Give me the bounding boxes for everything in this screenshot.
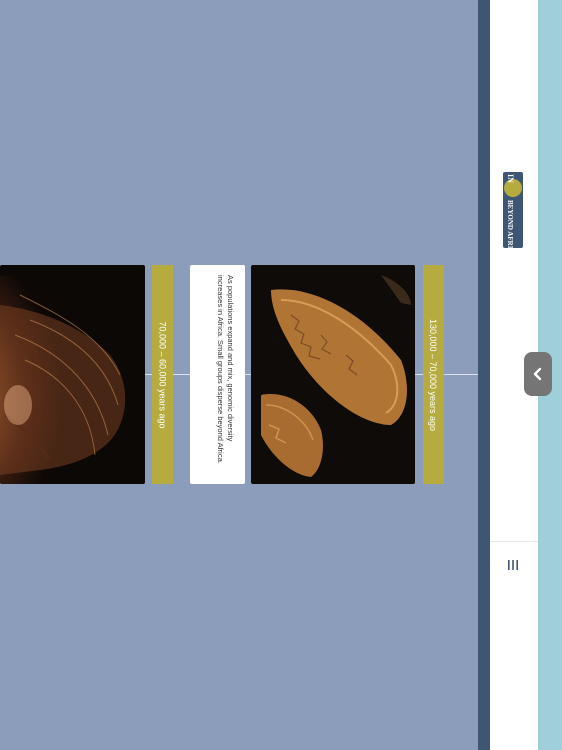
era-label: 130,000 – 70,000 years ago	[428, 318, 439, 431]
chevron-left-icon	[533, 367, 542, 381]
in-beyond-africa-logo[interactable]: IN BEYOND AFRICA	[499, 170, 527, 259]
era-label: 70,000 – 60,000 years ago	[157, 320, 168, 429]
timeline-stage: 70,000 – 60,000 years ago As populations…	[0, 0, 478, 750]
stone-tools-photo[interactable]	[251, 265, 415, 484]
sidebar-divider	[490, 541, 538, 542]
back-button[interactable]	[524, 352, 552, 396]
era-description-text: As populations expand and mix, genomic d…	[216, 275, 235, 464]
era-tab-70000-60000[interactable]: 70,000 – 60,000 years ago	[152, 265, 173, 484]
svg-text:BEYOND AFRICA: BEYOND AFRICA	[506, 200, 514, 250]
sidebar-edge	[478, 0, 490, 750]
era-description-card: As populations expand and mix, genomic d…	[190, 265, 245, 484]
hominin-face-photo[interactable]	[0, 265, 145, 484]
era-tab-130000-70000[interactable]: 130,000 – 70,000 years ago	[423, 265, 444, 484]
svg-text:IN: IN	[506, 174, 515, 183]
menu-bars-icon[interactable]	[505, 557, 521, 573]
